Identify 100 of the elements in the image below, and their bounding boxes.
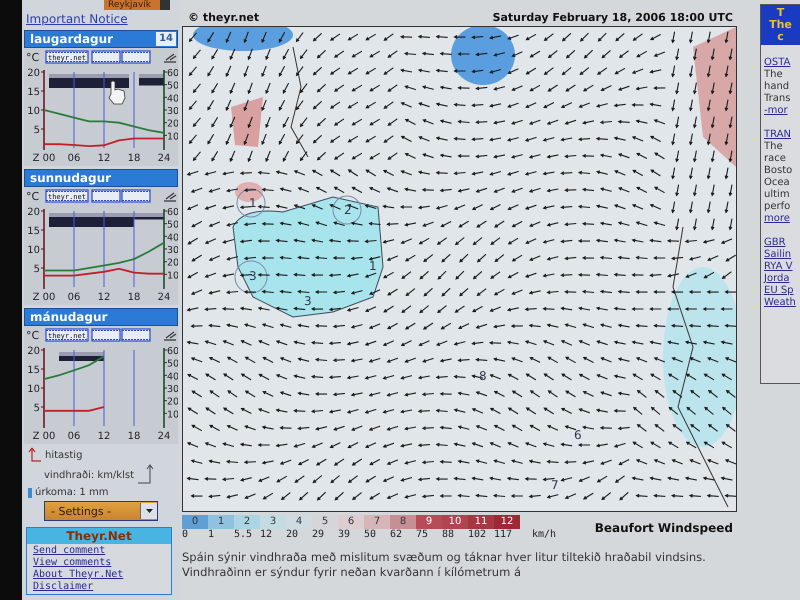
news-link[interactable]: Sailin bbox=[764, 249, 800, 261]
axis-tick-label: 12 bbox=[98, 153, 110, 164]
unit-label: °C bbox=[26, 190, 40, 203]
contour-label: 1 bbox=[369, 259, 377, 273]
beaufort-level: 0 bbox=[182, 515, 208, 529]
speed-label: 5.5 bbox=[234, 529, 254, 540]
rain-swatch bbox=[28, 488, 32, 498]
scale-title: Beaufort Windspeed bbox=[594, 521, 733, 535]
unit-label: °C bbox=[26, 329, 40, 342]
story-text: race bbox=[764, 153, 787, 165]
day-header: sunnudagur bbox=[24, 169, 178, 187]
film-icon bbox=[45, 189, 89, 203]
important-notice-link[interactable]: Important Notice bbox=[26, 12, 178, 26]
story-link[interactable]: TRAN bbox=[764, 129, 800, 141]
axis-tick-label: 12 bbox=[98, 292, 110, 303]
rain-legend: úrkoma: 1 mm bbox=[35, 487, 108, 498]
speed-label: 62 bbox=[390, 529, 404, 540]
story-text: The bbox=[764, 141, 784, 153]
speed-label: 117 bbox=[494, 529, 514, 540]
beaufort-level: 8 bbox=[390, 515, 416, 529]
beaufort-level: 12 bbox=[494, 515, 520, 529]
axis-tick-label: 10 bbox=[27, 245, 40, 256]
cloud-cover-drawing bbox=[59, 352, 104, 361]
news-link[interactable]: GBR bbox=[764, 237, 800, 249]
speed-label: 29 bbox=[312, 529, 326, 540]
more-link[interactable]: -mor bbox=[764, 105, 800, 117]
story-text: ultim bbox=[764, 189, 791, 201]
contour-label: 7 bbox=[551, 478, 559, 492]
beaufort-level: 9 bbox=[416, 515, 442, 529]
news-link[interactable]: EU Sp bbox=[764, 285, 800, 297]
axis-tick-label: Z 00 bbox=[32, 153, 56, 164]
axis-tick-label: 06 bbox=[68, 153, 80, 164]
contour-label: 8 bbox=[479, 369, 487, 383]
film-icon bbox=[121, 328, 151, 342]
sidebar-link[interactable]: Disclaimer bbox=[33, 581, 165, 593]
axis-tick-label: 20 bbox=[27, 68, 40, 79]
film-icon bbox=[91, 328, 121, 342]
axis-tick-label: 20 bbox=[27, 207, 40, 218]
links-box-title: Theyr.Net bbox=[27, 528, 171, 544]
corner-arrow-icon bbox=[28, 447, 42, 463]
speed-label: 0 bbox=[182, 529, 190, 540]
beaufort-level: 10 bbox=[442, 515, 468, 529]
news-link[interactable]: RYA V bbox=[764, 261, 800, 273]
axis-tick-label: 18 bbox=[128, 431, 140, 442]
story-text: hand bbox=[764, 81, 790, 93]
axis-tick-label: 15 bbox=[27, 87, 40, 98]
contour-label: 2 bbox=[344, 203, 352, 217]
forecast-time: Saturday February 18, 2006 18:00 UTC bbox=[492, 11, 733, 24]
axis-tick-label: 24 bbox=[158, 431, 170, 442]
axis-tick-label: 5 bbox=[34, 403, 40, 414]
day-header: mánudagur bbox=[24, 308, 178, 326]
beaufort-level: 4 bbox=[286, 515, 312, 529]
speed-label: 75 bbox=[416, 529, 430, 540]
more-link[interactable]: more bbox=[764, 213, 800, 225]
news-link[interactable]: Jorda bbox=[764, 273, 800, 285]
axis-tick-label: 24 bbox=[158, 153, 170, 164]
film-icon bbox=[121, 189, 151, 203]
unit-label: °C bbox=[26, 51, 40, 64]
axis-tick-label: 18 bbox=[128, 292, 140, 303]
axis-tick-label: 24 bbox=[158, 292, 170, 303]
speed-label: 102 bbox=[468, 529, 488, 540]
beaufort-level: 11 bbox=[468, 515, 494, 529]
axis-tick-label: 12 bbox=[98, 431, 110, 442]
hand-cursor-icon bbox=[108, 80, 126, 104]
settings-select[interactable]: - Settings - bbox=[44, 501, 158, 521]
city-select[interactable]: Reykjavík bbox=[104, 0, 170, 10]
axis-tick-label: 15 bbox=[27, 365, 40, 376]
description-text: Spáin sýnir vindhraða með mislitum svæðum og táknar hver litur tiltekið hraðabil vindsins. Vindhraðinn er sýndur fyrir neðan kvarðann í kílómetrum á bbox=[182, 550, 707, 580]
beaufort-level: 1 bbox=[208, 515, 234, 529]
speed-unit: km/h bbox=[532, 529, 556, 540]
axis-tick-label: 15 bbox=[27, 226, 40, 237]
story-text: Bosto bbox=[764, 165, 794, 177]
speed-label: 1 bbox=[208, 529, 216, 540]
beaufort-level: 6 bbox=[338, 515, 364, 529]
contour-label: 6 bbox=[574, 428, 582, 442]
story-text: Ocea bbox=[764, 177, 791, 189]
news-link[interactable]: Weath bbox=[764, 297, 800, 309]
axis-tick-label: 18 bbox=[128, 153, 140, 164]
axis-tick-label: 06 bbox=[68, 431, 80, 442]
axis-tick-label: 10 bbox=[27, 384, 40, 395]
film-icon bbox=[45, 328, 89, 342]
axis-tick-label: 10 bbox=[27, 106, 40, 117]
film-icon bbox=[121, 50, 151, 64]
contour-label: 3 bbox=[304, 294, 312, 308]
beaufort-level: 2 bbox=[234, 515, 260, 529]
day-badge: 14 bbox=[156, 32, 176, 46]
story-text: perfo bbox=[764, 201, 792, 213]
sidebar-link[interactable]: Send comment bbox=[33, 545, 165, 557]
sidebar-link[interactable]: About Theyr.Net bbox=[33, 569, 165, 581]
caret-icon bbox=[146, 509, 152, 513]
sidebar-link[interactable]: View comments bbox=[33, 557, 165, 569]
news-header-text: T bbox=[776, 7, 786, 19]
speed-label: 88 bbox=[442, 529, 456, 540]
news-header-text: The bbox=[768, 19, 793, 31]
temperature-legend: hitastig bbox=[45, 450, 82, 460]
story-link[interactable]: OSTA bbox=[764, 57, 800, 69]
film-icon bbox=[91, 50, 121, 64]
speed-label: 50 bbox=[364, 529, 378, 540]
film-icon bbox=[45, 50, 89, 64]
axis-tick-label: 06 bbox=[68, 292, 80, 303]
